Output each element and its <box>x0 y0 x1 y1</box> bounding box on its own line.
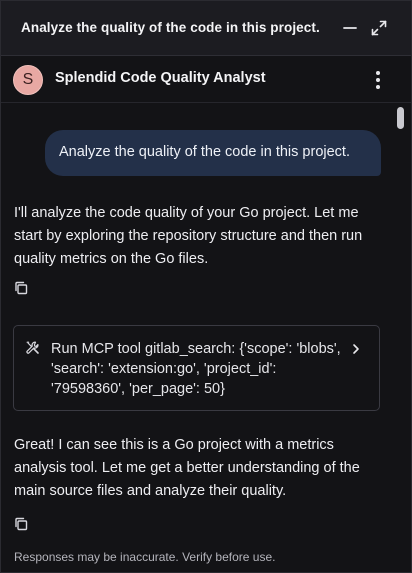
chevron-right-icon[interactable] <box>350 343 362 355</box>
user-message-bubble: Analyze the quality of the code in this … <box>45 130 381 176</box>
copy-icon[interactable] <box>14 517 28 531</box>
kebab-menu-icon[interactable] <box>373 69 383 91</box>
disclaimer-text: Responses may be inaccurate. Verify befo… <box>14 550 276 564</box>
agent-header: S Splendid Code Quality Analyst <box>1 56 411 103</box>
avatar: S <box>13 65 43 95</box>
minimize-icon[interactable] <box>341 18 359 36</box>
agent-name: Splendid Code Quality Analyst <box>55 70 266 86</box>
assistant-message: I'll analyze the code quality of your Go… <box>14 205 363 267</box>
window-title: Analyze the quality of the code in this … <box>21 20 320 35</box>
chat-panel: Analyze the quality of the code in this … <box>0 0 412 573</box>
tools-icon <box>26 341 39 354</box>
user-message-text: Analyze the quality of the code in this … <box>59 144 350 160</box>
scrollbar-thumb[interactable] <box>397 107 404 129</box>
copy-icon[interactable] <box>14 281 28 295</box>
tool-call-card[interactable]: Run MCP tool gitlab_search: {'scope': 'b… <box>13 325 380 411</box>
title-bar: Analyze the quality of the code in this … <box>1 1 411 56</box>
expand-icon[interactable] <box>369 18 389 38</box>
assistant-message: Great! I can see this is a Go project wi… <box>14 437 360 499</box>
tool-call-text: Run MCP tool gitlab_search: {'scope': 'b… <box>51 341 341 397</box>
